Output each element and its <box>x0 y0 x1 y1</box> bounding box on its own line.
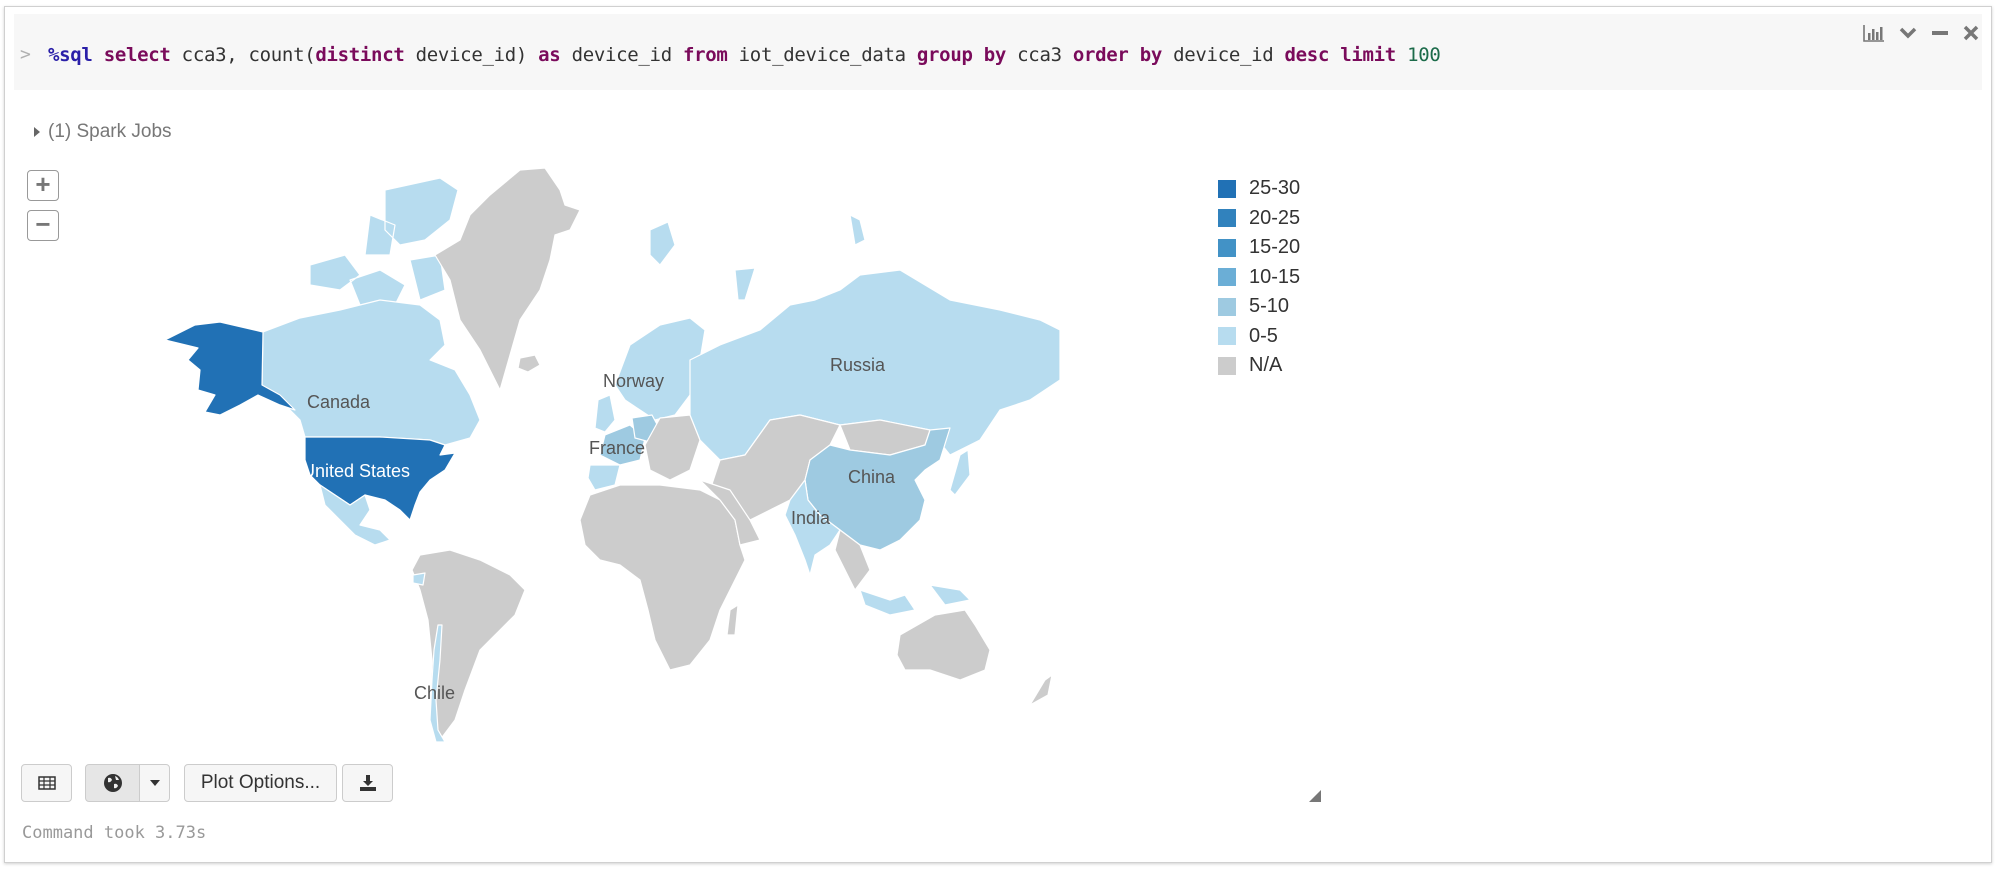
country-new-zealand[interactable] <box>1029 674 1053 706</box>
label-canada: Canada <box>307 392 371 412</box>
globe-icon <box>103 774 122 792</box>
region-indonesia[interactable] <box>859 584 971 616</box>
legend-label: 20-25 <box>1249 206 1301 229</box>
label-norway: Norway <box>603 371 665 391</box>
legend-swatch <box>1218 238 1236 257</box>
country-uk[interactable] <box>594 394 616 433</box>
legend-swatch <box>1218 327 1236 346</box>
country-canada-islands[interactable] <box>309 177 459 306</box>
legend-item: 20-25 <box>1218 204 1300 234</box>
country-japan[interactable] <box>949 449 971 496</box>
legend-item: N/A <box>1218 351 1300 381</box>
legend-swatch <box>1218 209 1236 228</box>
legend-item: 15-20 <box>1218 233 1300 263</box>
region-arctic-islands[interactable] <box>649 214 866 301</box>
download-button[interactable] <box>342 764 393 802</box>
country-australia[interactable] <box>896 609 991 681</box>
legend-swatch <box>1218 356 1236 375</box>
region-africa[interactable] <box>579 484 746 671</box>
country-iceland[interactable] <box>517 354 541 373</box>
chart-type-dropdown[interactable] <box>139 764 170 802</box>
legend-swatch <box>1218 179 1236 198</box>
label-france: France <box>589 438 646 458</box>
country-canada[interactable] <box>261 299 481 446</box>
caret-down-icon <box>149 780 160 786</box>
command-status: Command took 3.73s <box>22 823 207 843</box>
label-india: India <box>791 508 831 528</box>
resize-handle[interactable] <box>1309 790 1321 802</box>
legend-label: 25-30 <box>1249 177 1301 200</box>
legend-item: 10-15 <box>1218 263 1300 293</box>
legend-item: 5-10 <box>1218 292 1300 322</box>
legend-item: 25-30 <box>1218 174 1300 204</box>
table-icon <box>37 776 56 790</box>
legend-label: 15-20 <box>1249 236 1301 259</box>
legend-label: N/A <box>1249 354 1283 377</box>
legend-swatch <box>1218 268 1236 287</box>
legend-label: 5-10 <box>1249 295 1290 318</box>
country-madagascar[interactable] <box>726 604 739 636</box>
legend-label: 10-15 <box>1249 265 1301 288</box>
table-view-button[interactable] <box>21 764 72 802</box>
world-map <box>164 167 1061 743</box>
region-south-america[interactable] <box>411 549 526 741</box>
map-view-button[interactable] <box>85 764 140 802</box>
plot-options-button[interactable]: Plot Options... <box>184 764 337 802</box>
legend-item: 0-5 <box>1218 322 1300 352</box>
map-legend: 25-30 20-25 15-20 10-15 5-10 0-5 N/A <box>1218 174 1300 381</box>
label-united-states: United States <box>302 461 411 481</box>
label-chile: Chile <box>414 683 456 703</box>
plot-options-label: Plot Options... <box>200 772 321 793</box>
country-ecuador[interactable] <box>412 572 426 586</box>
legend-swatch <box>1218 297 1236 316</box>
label-china: China <box>848 467 896 487</box>
country-greenland[interactable] <box>434 167 581 391</box>
label-russia: Russia <box>830 355 886 375</box>
download-icon <box>359 775 376 791</box>
legend-label: 0-5 <box>1249 324 1278 347</box>
